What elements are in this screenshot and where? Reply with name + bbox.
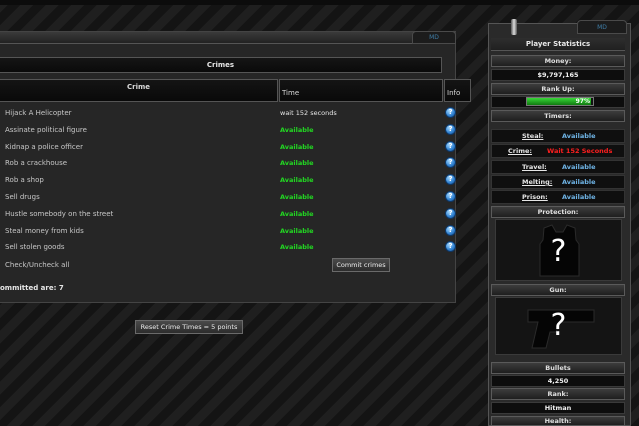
- crime-row[interactable]: Hijack A Helicopter wait 152 seconds?: [0, 105, 470, 121]
- timer-label[interactable]: Prison:: [522, 193, 548, 201]
- crime-time: Available: [280, 159, 314, 168]
- gun-label: Gun:: [491, 284, 625, 296]
- rank-up-progress-bar: 97%: [526, 97, 594, 106]
- check-uncheck-all[interactable]: Check/Uncheck all: [5, 261, 69, 269]
- crime-name[interactable]: Hijack A Helicopter: [5, 109, 72, 117]
- info-icon[interactable]: ?: [445, 224, 456, 236]
- rank-up-percent: 97%: [575, 98, 590, 105]
- timer-row: Melting: Available: [491, 174, 625, 189]
- timer-label[interactable]: Melting:: [522, 178, 552, 186]
- crime-name[interactable]: Sell drugs: [5, 193, 40, 201]
- protection-label: Protection:: [491, 206, 625, 218]
- crime-name[interactable]: Steal money from kids: [5, 227, 84, 235]
- timer-value: Available: [562, 132, 596, 140]
- column-header-info: Info: [444, 79, 471, 102]
- top-bar: [0, 0, 639, 5]
- info-icon[interactable]: ?: [445, 207, 456, 219]
- info-icon[interactable]: ?: [445, 107, 456, 118]
- crime-row[interactable]: Sell stolen goods Available?: [0, 239, 470, 255]
- player-statistics-title: Player Statistics: [491, 38, 625, 51]
- crime-time: Available: [280, 193, 314, 201]
- timer-row: Travel: Available: [491, 159, 625, 174]
- crime-time: Available: [280, 226, 314, 235]
- bullets-label: Bullets: [491, 362, 625, 374]
- gun-unknown-mark: ?: [550, 308, 567, 343]
- timer-label[interactable]: Crime:: [508, 147, 532, 155]
- protection-image: ?: [495, 219, 622, 281]
- sidebar-handle[interactable]: [511, 19, 517, 35]
- crime-row[interactable]: Assinate political figure Available?: [0, 122, 470, 138]
- crimes-title: Crimes: [0, 57, 442, 73]
- timers-label: Timers:: [491, 110, 625, 122]
- info-icon[interactable]: ?: [445, 123, 456, 135]
- bullets-value: 4,250: [491, 375, 625, 387]
- crime-time: Available: [280, 176, 314, 185]
- crime-name[interactable]: Sell stolen goods: [5, 243, 65, 251]
- crime-name[interactable]: Kidnap a police officer: [5, 143, 83, 151]
- crime-name[interactable]: Assinate political figure: [5, 126, 87, 134]
- crime-time: wait 152 seconds: [280, 109, 337, 117]
- health-label-cutoff: Health:: [491, 416, 625, 426]
- info-icon[interactable]: ?: [445, 241, 456, 253]
- money-value: $9,797,165: [491, 69, 625, 81]
- crime-name[interactable]: Hustle somebody on the street: [5, 210, 113, 218]
- rank-up-label: Rank Up:: [491, 83, 625, 95]
- info-icon[interactable]: ?: [445, 191, 456, 202]
- reset-crime-times-button[interactable]: Reset Crime Times = 5 points: [135, 320, 243, 334]
- crime-row[interactable]: Rob a shop Available?: [0, 172, 470, 188]
- info-icon[interactable]: ?: [445, 174, 456, 186]
- panel-header-strip: [0, 32, 456, 44]
- crime-time: Available: [280, 243, 314, 252]
- timer-row: Prison: Available: [491, 190, 625, 205]
- tab-md-main[interactable]: MD: [412, 31, 456, 44]
- timer-value: Wait 152 Seconds: [547, 147, 613, 156]
- protection-unknown-mark: ?: [550, 234, 567, 269]
- committed-count: ommitted are: 7: [0, 284, 64, 292]
- commit-crimes-button[interactable]: Commit crimes: [332, 258, 390, 272]
- timer-label[interactable]: Steal:: [522, 132, 543, 140]
- crime-time: Available: [280, 142, 314, 151]
- rank-value: Hitman: [491, 402, 625, 414]
- crime-row[interactable]: Steal money from kids Available?: [0, 223, 470, 239]
- crime-row[interactable]: Sell drugs Available?: [0, 189, 470, 205]
- timer-row: Crime: Wait 152 Seconds: [491, 144, 625, 159]
- timer-value: Available: [562, 177, 596, 186]
- column-header-time: Time: [279, 79, 443, 102]
- crime-name[interactable]: Rob a shop: [5, 176, 44, 184]
- info-icon[interactable]: ?: [445, 157, 456, 169]
- timer-label[interactable]: Travel:: [522, 163, 547, 171]
- timer-value: Available: [562, 193, 596, 202]
- crime-time: Available: [280, 209, 314, 218]
- crime-row[interactable]: Kidnap a police officer Available?: [0, 139, 470, 155]
- crime-name[interactable]: Rob a crackhouse: [5, 159, 67, 167]
- gun-image: ?: [495, 297, 622, 355]
- rank-label: Rank:: [491, 388, 625, 400]
- timer-value: Available: [562, 162, 596, 171]
- timer-row: Steal: Available: [491, 129, 625, 143]
- info-icon[interactable]: ?: [445, 140, 456, 152]
- column-header-crime: Crime: [0, 79, 278, 102]
- crime-row[interactable]: Hustle somebody on the street Available?: [0, 206, 470, 222]
- money-label: Money:: [491, 55, 625, 67]
- crime-row[interactable]: Rob a crackhouse Available?: [0, 155, 470, 171]
- crime-time: Available: [280, 125, 314, 134]
- tab-md-side[interactable]: MD: [577, 20, 627, 34]
